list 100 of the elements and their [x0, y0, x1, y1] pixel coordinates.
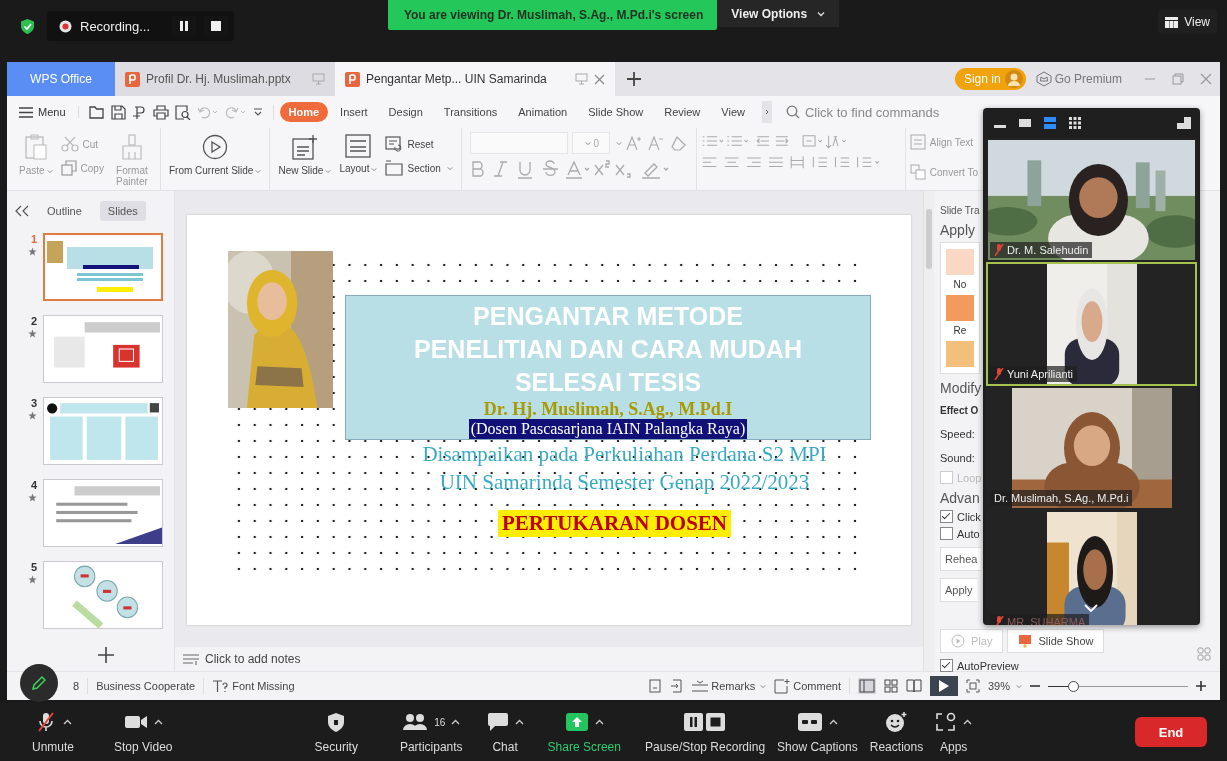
thumbnail-view-icon[interactable] [1018, 116, 1032, 130]
comment-button[interactable]: Comment [774, 678, 841, 694]
zoom-in-icon[interactable] [1196, 681, 1206, 691]
slide-title: PENELITIAN DAN CARA MUDAH [414, 334, 802, 365]
toolbar-button[interactable]: 16 Participants [393, 710, 469, 754]
slide-show-button[interactable]: Slide Show [1007, 629, 1105, 653]
slide-number: 1 [30, 233, 37, 245]
normal-view-icon[interactable] [857, 678, 876, 694]
section-heading: Apply [940, 222, 976, 238]
transition-thumbnail[interactable] [946, 341, 974, 367]
scissors-icon [60, 136, 79, 152]
new-slide-button[interactable]: New Slide [278, 132, 332, 176]
notes-toggle-icon[interactable] [648, 679, 663, 693]
autopreview-checkbox[interactable]: AutoPreview [940, 659, 1019, 672]
pause-stop-icon [683, 712, 727, 732]
apply-button[interactable]: Apply [940, 578, 977, 602]
speaker-view-icon[interactable] [1043, 116, 1057, 130]
remarks-icon [692, 680, 709, 692]
collapse-icon[interactable] [15, 205, 29, 217]
toolbar-button[interactable]: Pause/Stop Recording [639, 710, 772, 754]
toolbar-button[interactable]: Unmute [26, 710, 81, 754]
toolbar-button[interactable]: Security [308, 710, 364, 754]
menu-tab[interactable]: Insert [331, 102, 377, 122]
print-icon[interactable] [152, 104, 169, 120]
star-icon [28, 247, 37, 256]
star-icon [28, 493, 37, 502]
toolbar-button[interactable]: Share Screen [541, 710, 627, 754]
close-icon[interactable] [594, 73, 605, 85]
field-label: Effect O [940, 404, 979, 418]
layout-button[interactable]: Layout [339, 132, 378, 174]
participant-label: Yuni Aprilianti [990, 366, 1078, 382]
folder-icon[interactable] [88, 105, 105, 119]
section-button[interactable]: Section [385, 160, 453, 176]
reset-button[interactable]: Reset [385, 136, 453, 152]
presentation-file-icon [125, 71, 140, 87]
fit-icon[interactable] [965, 679, 980, 693]
play-circle-icon [202, 134, 229, 160]
people-icon [402, 713, 429, 731]
zoom-level[interactable]: 39% [987, 680, 1022, 692]
toolbar-button[interactable]: Apps [929, 710, 979, 754]
document-tab[interactable]: Pengantar Metp... UIN Samarinda [335, 62, 615, 96]
toolbar-button[interactable]: Chat [480, 710, 530, 754]
menu-tab[interactable]: Animation [509, 102, 577, 122]
clipboard-icon [24, 134, 47, 160]
menu-tab[interactable]: Slide Show [579, 102, 653, 122]
play-icon [938, 680, 949, 692]
checkbox[interactable]: Auto [940, 527, 980, 540]
slide-thumbnail[interactable] [43, 233, 163, 301]
menu-button[interactable]: Menu [19, 106, 79, 118]
slide-thumbnail[interactable] [43, 315, 163, 383]
slide-sorter-icon[interactable] [670, 679, 685, 693]
slide-number: 3 [30, 397, 37, 409]
chevron-down-icon[interactable] [1084, 604, 1098, 613]
comment-icon [774, 678, 791, 694]
avatar-icon [1004, 70, 1023, 88]
command-search-field[interactable]: Click to find commands [785, 103, 967, 121]
new-tab-icon[interactable] [627, 72, 641, 86]
menu-tab[interactable]: Review [655, 102, 710, 122]
tab-label: Profil Dr. Hj. Muslimah.pptx [146, 72, 291, 86]
caret-icon [760, 683, 767, 689]
save-icon[interactable] [110, 104, 126, 120]
star-icon [28, 411, 37, 420]
slide-thumbnail[interactable] [43, 479, 163, 547]
gallery-view-icon[interactable] [1068, 116, 1082, 130]
dropdown-icon[interactable] [252, 107, 263, 117]
menu-icon [19, 106, 33, 118]
menu-tab[interactable]: Design [379, 102, 432, 122]
grid-view-icon[interactable] [883, 679, 898, 693]
menu-tab[interactable]: View [712, 102, 754, 122]
checkbox[interactable]: Click [940, 510, 981, 523]
view-options-button[interactable]: View Options [717, 0, 840, 27]
rehearse-button[interactable]: Rehea [940, 547, 982, 571]
reading-view-icon[interactable] [905, 679, 922, 693]
slide-title: PENGANTAR METODE [473, 301, 743, 332]
panel-tab[interactable]: Slides [99, 201, 146, 221]
participant-label: Dr. M. Salehudin [990, 242, 1093, 258]
end-button[interactable]: End [1135, 717, 1207, 747]
remarks-button[interactable]: Remarks [692, 680, 767, 692]
menu-tab[interactable]: Transitions [434, 102, 507, 122]
print-preview-icon[interactable] [174, 104, 191, 120]
panel-tab[interactable]: Outline [39, 201, 90, 221]
export-icon[interactable] [131, 104, 147, 120]
slide-thumbnail[interactable] [43, 561, 163, 629]
toolbar-button[interactable]: Reactions [863, 710, 930, 754]
slide-number: 5 [30, 561, 37, 573]
font-missing-label[interactable]: Font Missing [212, 679, 295, 693]
crown-icon [1035, 71, 1052, 87]
apps-icon [935, 712, 958, 732]
play-slideshow-button[interactable] [929, 676, 958, 696]
chat-icon [486, 712, 509, 732]
view-button[interactable]: View [1158, 10, 1217, 34]
toolbar-button[interactable]: Show Captions [771, 710, 864, 754]
toolbar-button[interactable]: Stop Video [108, 710, 179, 754]
from-current-slide-button[interactable]: From Current Slide [168, 132, 262, 176]
notes-placeholder: Click to add notes [205, 652, 301, 666]
slide-thumbnail[interactable] [43, 397, 163, 465]
go-premium-button[interactable]: Go Premium [1035, 71, 1122, 87]
add-slide-icon[interactable] [97, 647, 114, 663]
field-label: Sound: [940, 451, 975, 466]
document-tab[interactable]: Profil Dr. Hj. Muslimah.pptx [115, 62, 335, 96]
